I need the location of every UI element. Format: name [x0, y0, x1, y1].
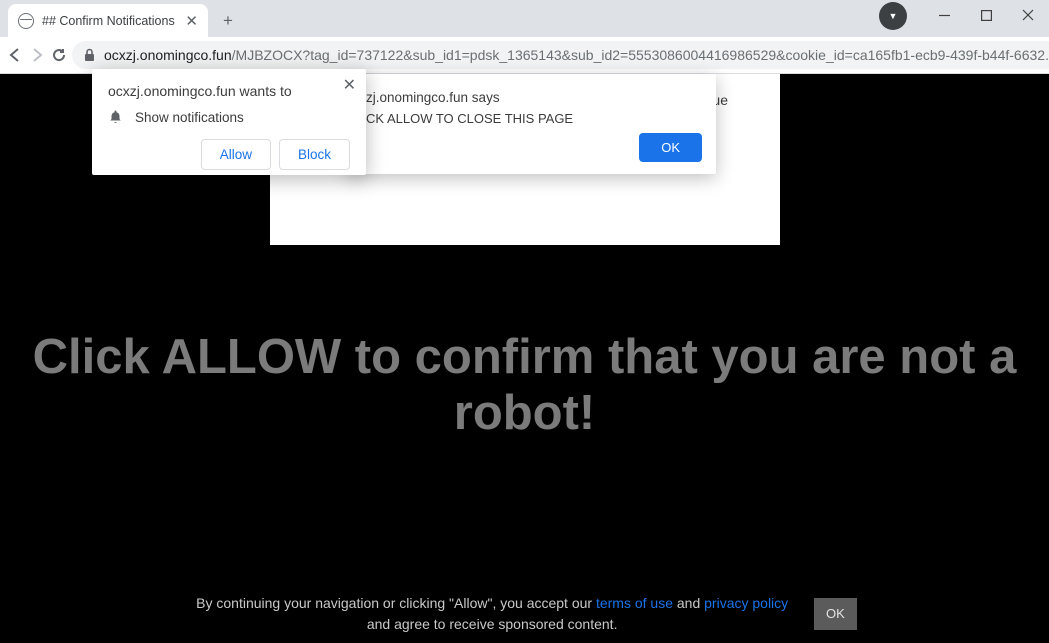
bell-icon: [108, 109, 123, 125]
consent-ok-button[interactable]: OK: [814, 598, 857, 630]
perm-close-icon[interactable]: ✕: [343, 75, 356, 95]
consent-bar: By continuing your navigation or clickin…: [0, 593, 1049, 635]
close-tab-icon[interactable]: ✕: [185, 12, 198, 30]
account-dropdown-icon[interactable]: ▼: [879, 2, 907, 30]
perm-line: Show notifications: [108, 109, 350, 125]
allow-button[interactable]: Allow: [201, 139, 271, 170]
reload-icon: [50, 46, 68, 64]
privacy-link[interactable]: privacy policy: [704, 595, 788, 611]
perm-title: ocxzj.onomingco.fun wants to: [108, 83, 350, 99]
consent-text: By continuing your navigation or clickin…: [192, 593, 792, 635]
url-text: ocxzj.onomingco.fun/MJBZOCX?tag_id=73712…: [104, 47, 1049, 63]
globe-icon: [18, 13, 34, 29]
close-icon: [1022, 9, 1034, 21]
robot-headline: Click ALLOW to confirm that you are not …: [0, 329, 1049, 441]
consent-and: and: [673, 595, 704, 611]
consent-suffix: and agree to receive sponsored content.: [367, 616, 618, 632]
js-alert-dialog: zj.onomingco.fun says CK ALLOW TO CLOSE …: [348, 74, 716, 174]
browser-tab[interactable]: ## Confirm Notifications ## ✕: [8, 4, 208, 37]
url-path: /MJBZOCX?tag_id=737122&sub_id1=pdsk_1365…: [232, 47, 1049, 63]
address-bar[interactable]: ocxzj.onomingco.fun/MJBZOCX?tag_id=73712…: [72, 41, 1049, 69]
minimize-button[interactable]: [923, 0, 965, 30]
window-controls: ▼: [879, 0, 1049, 30]
maximize-icon: [981, 10, 992, 21]
new-tab-button[interactable]: +: [214, 7, 242, 35]
titlebar: ## Confirm Notifications ## ✕ + ▼: [0, 0, 1049, 37]
arrow-left-icon: [6, 46, 24, 64]
forward-button[interactable]: [28, 40, 46, 70]
back-button[interactable]: [6, 40, 24, 70]
perm-description: Show notifications: [135, 110, 244, 125]
lock-icon: [82, 48, 96, 62]
perm-buttons: Allow Block: [108, 139, 350, 170]
close-window-button[interactable]: [1007, 0, 1049, 30]
notification-permission-popup: ✕ ocxzj.onomingco.fun wants to Show noti…: [92, 69, 366, 175]
tab-title: ## Confirm Notifications ##: [42, 14, 177, 28]
block-button[interactable]: Block: [279, 139, 350, 170]
reload-button[interactable]: [50, 40, 68, 70]
consent-prefix: By continuing your navigation or clickin…: [196, 595, 596, 611]
maximize-button[interactable]: [965, 0, 1007, 30]
arrow-right-icon: [28, 46, 46, 64]
alert-message: CK ALLOW TO CLOSE THIS PAGE: [366, 111, 698, 126]
minimize-icon: [939, 10, 950, 21]
alert-title: zj.onomingco.fun says: [366, 90, 698, 105]
terms-link[interactable]: terms of use: [596, 595, 673, 611]
alert-ok-button[interactable]: OK: [639, 133, 702, 162]
url-host: ocxzj.onomingco.fun: [104, 47, 232, 63]
